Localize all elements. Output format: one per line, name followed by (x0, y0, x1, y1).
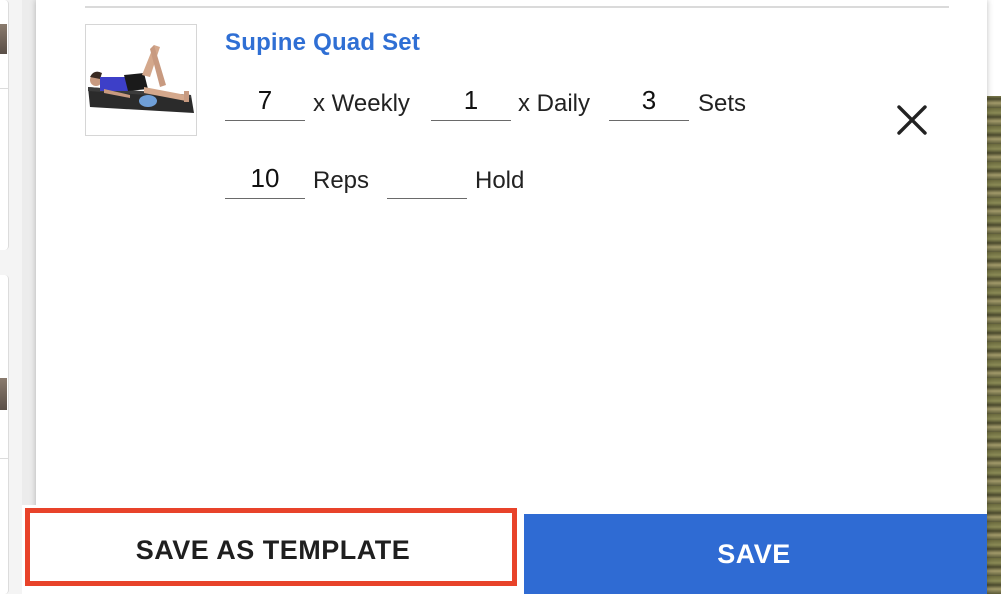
daily-label: x Daily (518, 90, 591, 117)
save-button-label: SAVE (717, 539, 791, 569)
sets-label: Sets (698, 90, 747, 117)
background-thumbnail (0, 24, 7, 54)
reps-input[interactable]: 10 (225, 158, 305, 199)
background-panel (987, 0, 1001, 96)
daily-input[interactable]: 1 (431, 80, 511, 121)
save-button[interactable]: SAVE (521, 514, 987, 594)
divider (85, 6, 949, 8)
save-as-template-label: SAVE AS TEMPLATE (135, 535, 411, 565)
exercise-image[interactable] (85, 24, 197, 136)
sets-input[interactable]: 3 (609, 80, 689, 121)
background-thumbnail (0, 378, 7, 410)
close-icon (897, 105, 927, 135)
background-card (0, 275, 9, 594)
reps-label: Reps (313, 167, 370, 194)
save-as-template-button[interactable]: SAVE AS TEMPLATE (22, 505, 524, 594)
background-page (0, 0, 22, 594)
background-divider (0, 458, 8, 459)
weekly-label: x Weekly (313, 90, 410, 117)
weekly-input[interactable]: 7 (225, 80, 305, 121)
hold-input[interactable] (387, 158, 467, 199)
background-divider (0, 88, 8, 89)
remove-exercise-button[interactable] (894, 102, 930, 138)
hold-label: Hold (475, 167, 525, 194)
supine-exercise-icon (88, 45, 194, 113)
exercise-title[interactable]: Supine Quad Set (225, 29, 420, 57)
